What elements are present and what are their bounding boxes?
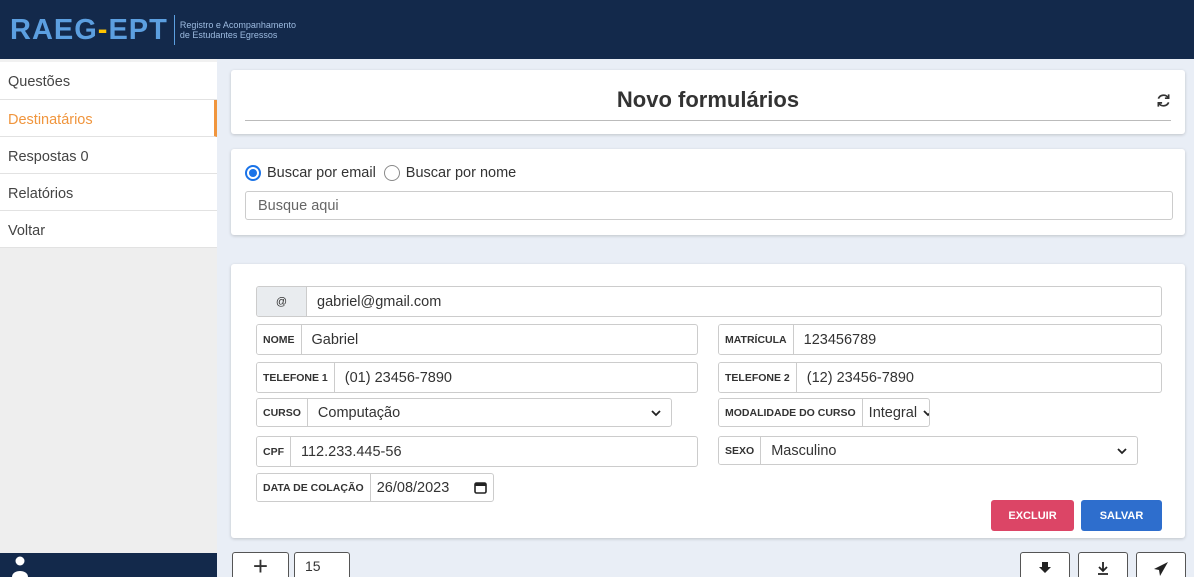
telefone2-value[interactable]: (12) 23456-7890 — [797, 363, 1161, 392]
radio-search-name[interactable] — [383, 165, 400, 181]
data-colacao-label: DATA DE COLAÇÃO — [257, 474, 371, 501]
curso-select[interactable]: CURSO Computação — [256, 398, 672, 427]
radio-search-email-label[interactable]: Buscar por email — [267, 165, 376, 181]
tagline-line-2: de Estudantes Egressos — [179, 30, 278, 40]
count-input[interactable]: 15 — [294, 552, 350, 577]
telefone2-label: TELEFONE 2 — [719, 363, 797, 392]
sidebar: Questões Destinatários Respostas 0 Relat… — [0, 62, 217, 553]
send-button[interactable] — [1136, 552, 1186, 577]
search-mode-group: Buscar por email Buscar por nome — [245, 165, 524, 181]
user-icon[interactable] — [12, 556, 28, 577]
logo-text: RAEG-EPT — [10, 14, 168, 47]
modalidade-label: MODALIDADE DO CURSO — [719, 399, 863, 426]
modalidade-select[interactable]: MODALIDADE DO CURSO Integral — [718, 398, 930, 427]
cpf-field[interactable]: CPF 112.233.445-56 — [256, 436, 698, 467]
top-bar: RAEG-EPT Registro e Acompanhamento de Es… — [0, 0, 1194, 59]
download-button[interactable] — [1078, 552, 1128, 577]
radio-search-email[interactable] — [245, 165, 261, 181]
data-colacao-field[interactable]: DATA DE COLAÇÃO 26/08/2023 — [256, 473, 494, 502]
modalidade-value: Integral — [868, 404, 918, 421]
delete-button[interactable]: EXCLUIR — [991, 500, 1074, 531]
chevron-down-icon — [651, 409, 661, 416]
sexo-label: SEXO — [719, 437, 762, 464]
logo-raeg: RAEG — [10, 13, 98, 46]
matricula-label: MATRÍCULA — [719, 325, 794, 354]
title-card: Novo formulários — [231, 70, 1185, 134]
nome-label: NOME — [257, 325, 302, 354]
logo-separator — [173, 15, 175, 45]
sidebar-item-destinatarios[interactable]: Destinatários — [0, 100, 217, 137]
sidebar-item-respostas[interactable]: Respostas 0 — [0, 137, 217, 174]
matricula-field[interactable]: MATRÍCULA 123456789 — [718, 324, 1162, 355]
matricula-value[interactable]: 123456789 — [794, 325, 1161, 354]
data-colacao-value-wrap[interactable]: 26/08/2023 — [371, 474, 493, 501]
curso-label: CURSO — [257, 399, 308, 426]
download-icon — [1098, 562, 1108, 575]
import-button[interactable] — [1020, 552, 1070, 577]
search-card: Buscar por email Buscar por nome — [231, 149, 1185, 235]
telefone1-field[interactable]: TELEFONE 1 (01) 23456-7890 — [256, 362, 698, 393]
page-title: Novo formulários — [616, 87, 800, 112]
logo-ept: EPT — [108, 13, 168, 46]
modalidade-value-wrap[interactable]: Integral — [863, 399, 929, 426]
radio-search-name-label[interactable]: Buscar por nome — [406, 165, 516, 181]
sidebar-user-bar — [0, 553, 217, 577]
sidebar-item-questoes[interactable]: Questões — [0, 62, 217, 100]
app-tagline: Registro e Acompanhamento de Estudantes … — [180, 20, 296, 40]
logo-dash: - — [97, 13, 109, 46]
sexo-value: Masculino — [771, 442, 837, 459]
sexo-select[interactable]: SEXO Masculino — [718, 436, 1138, 465]
email-field[interactable]: @ gabriel@gmail.com — [256, 286, 1162, 317]
telefone2-field[interactable]: TELEFONE 2 (12) 23456-7890 — [718, 362, 1162, 393]
title-divider — [245, 120, 1171, 121]
curso-value-wrap[interactable]: Computação — [308, 399, 671, 426]
cpf-value[interactable]: 112.233.445-56 — [291, 437, 697, 466]
chevron-down-icon — [923, 409, 929, 416]
file-import-icon — [1039, 562, 1051, 573]
sexo-value-wrap[interactable]: Masculino — [761, 437, 1137, 464]
sidebar-item-voltar[interactable]: Voltar — [0, 211, 217, 248]
nome-value[interactable]: Gabriel — [302, 325, 698, 354]
telefone1-label: TELEFONE 1 — [257, 363, 335, 392]
telefone1-value[interactable]: (01) 23456-7890 — [335, 363, 697, 392]
cpf-label: CPF — [257, 437, 291, 466]
email-label: @ — [257, 287, 307, 316]
data-colacao-value: 26/08/2023 — [376, 479, 450, 496]
tagline-line-1: Registro e Acompanhamento — [179, 20, 296, 30]
sidebar-item-relatorios[interactable]: Relatórios — [0, 174, 217, 211]
refresh-icon[interactable] — [1156, 93, 1171, 108]
add-button[interactable]: + — [232, 552, 289, 577]
chevron-down-icon — [1117, 447, 1127, 454]
send-icon — [1154, 562, 1168, 576]
curso-value: Computação — [317, 404, 401, 421]
nome-field[interactable]: NOME Gabriel — [256, 324, 698, 355]
email-value[interactable]: gabriel@gmail.com — [307, 287, 1161, 316]
app-logo[interactable]: RAEG-EPT Registro e Acompanhamento de Es… — [10, 13, 296, 47]
save-button[interactable]: SALVAR — [1081, 500, 1162, 531]
calendar-icon[interactable] — [474, 481, 487, 494]
search-input[interactable] — [245, 191, 1173, 220]
